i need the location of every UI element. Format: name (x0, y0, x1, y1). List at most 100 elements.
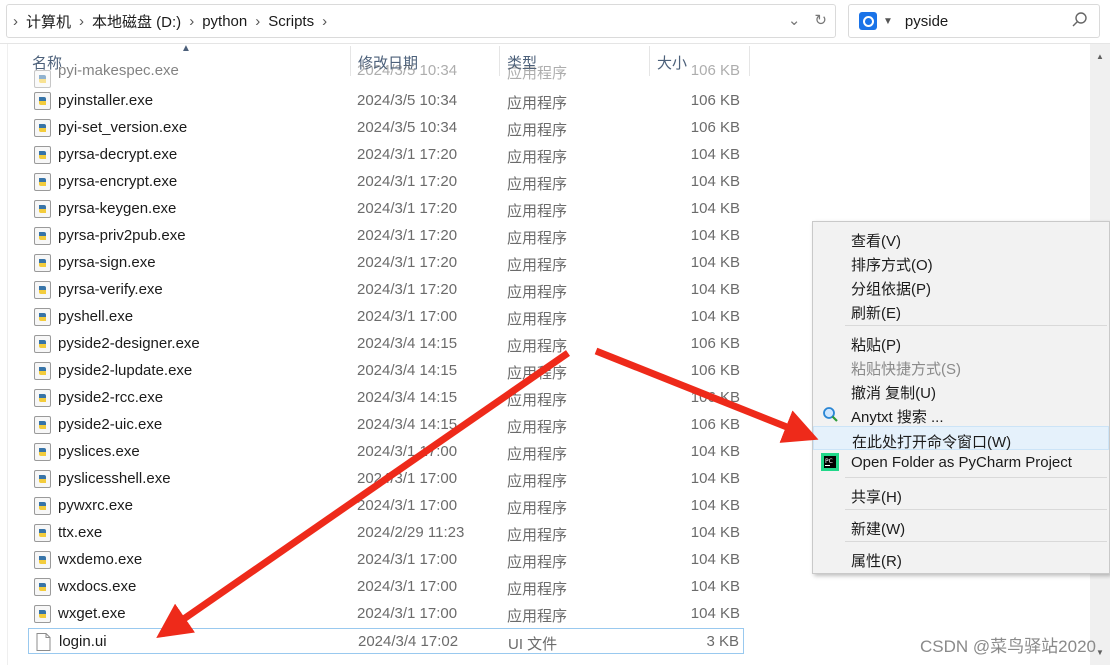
context-menu-item[interactable]: 共享(H) (813, 482, 1109, 506)
file-size: 104 KB (690, 227, 740, 244)
context-menu-item-label: 粘贴快捷方式(S) (851, 361, 961, 378)
context-menu-item[interactable]: 粘贴快捷方式(S) (813, 354, 1109, 378)
breadcrumb-python[interactable]: python (200, 13, 249, 30)
file-row[interactable]: pyslices.exe 2024/3/1 17:00 应用程序 104 KB (28, 439, 744, 465)
file-date: 2024/3/4 14:15 (357, 362, 458, 379)
file-name: login.ui (59, 633, 107, 650)
toolbar: › 计算机 › 本地磁盘 (D:) › python › Scripts › ⌄… (0, 0, 1110, 44)
context-menu-item[interactable]: 排序方式(O) (813, 250, 1109, 274)
context-menu-item-label: 排序方式(O) (851, 257, 933, 274)
file-date: 2024/3/1 17:20 (357, 173, 458, 190)
python-exe-icon (34, 146, 51, 164)
file-row[interactable]: wxdocs.exe 2024/3/1 17:00 应用程序 104 KB (28, 574, 744, 600)
file-date: 2024/3/5 10:34 (357, 62, 458, 79)
breadcrumb-chevron-icon[interactable]: › (249, 13, 266, 30)
address-history-dropdown-icon[interactable]: ⌄ (788, 11, 801, 29)
file-row[interactable]: ttx.exe 2024/2/29 11:23 应用程序 104 KB (28, 520, 744, 546)
python-exe-icon (34, 119, 51, 137)
menu-separator (845, 325, 1107, 326)
magnifier-icon[interactable] (1071, 11, 1089, 29)
file-size: 106 KB (690, 362, 740, 379)
context-menu-item[interactable]: Anytxt 搜索 ... (813, 402, 1109, 426)
file-name: pywxrc.exe (58, 497, 134, 514)
context-menu-item[interactable]: 属性(R) (813, 546, 1109, 570)
file-type: 应用程序 (507, 392, 568, 409)
file-size: 106 KB (690, 92, 740, 109)
python-exe-icon (34, 308, 51, 326)
file-row[interactable]: pyrsa-keygen.exe 2024/3/1 17:20 应用程序 104 KB (28, 196, 744, 222)
file-list[interactable]: pyi-makespec.exe 2024/3/5 10:34 应用程序 106 KB… (0, 62, 760, 665)
context-menu-item[interactable]: PC Open Folder as PyCharm Project (813, 450, 1109, 474)
search-scope-icon[interactable] (859, 12, 877, 30)
file-type: 应用程序 (507, 608, 568, 625)
search-input[interactable]: pyside (905, 13, 948, 30)
file-name: pyrsa-verify.exe (58, 281, 163, 298)
context-menu: 查看(V) 排序方式(O) 分组依据(P) 刷新(E) 粘贴(P) 粘贴快捷方式(S) 撤消… (812, 221, 1110, 574)
file-row[interactable]: pyside2-uic.exe 2024/3/4 14:15 应用程序 106 KB (28, 412, 744, 438)
context-menu-item[interactable]: 刷新(E) (813, 298, 1109, 322)
python-exe-icon (34, 281, 51, 299)
file-row[interactable]: pyside2-rcc.exe 2024/3/4 14:15 应用程序 106 KB (28, 385, 744, 411)
anytxt-search-icon (823, 407, 838, 422)
file-row[interactable]: login.ui 2024/3/4 17:02 UI 文件 3 KB (28, 628, 744, 654)
python-exe-icon (34, 70, 51, 88)
context-menu-item[interactable]: 粘贴(P) (813, 330, 1109, 354)
scroll-up-icon[interactable]: ▲ (1096, 52, 1104, 61)
file-name: pyi-makespec.exe (58, 62, 179, 79)
file-date: 2024/3/1 17:00 (357, 443, 458, 460)
file-row[interactable]: pyrsa-decrypt.exe 2024/3/1 17:20 应用程序 104 K… (28, 142, 744, 168)
file-size: 104 KB (690, 173, 740, 190)
breadcrumb-chevron-icon[interactable]: › (183, 13, 200, 30)
file-row[interactable]: pyrsa-verify.exe 2024/3/1 17:20 应用程序 104 KB (28, 277, 744, 303)
breadcrumb-chevron-icon[interactable]: › (7, 13, 24, 30)
python-exe-icon (34, 362, 51, 380)
context-menu-item[interactable]: 新建(W) (813, 514, 1109, 538)
file-row[interactable]: wxget.exe 2024/3/1 17:00 应用程序 104 KB (28, 601, 744, 627)
file-type: 应用程序 (507, 257, 568, 274)
file-type: 应用程序 (507, 419, 568, 436)
file-row[interactable]: pyside2-designer.exe 2024/3/4 14:15 应用程序 10… (28, 331, 744, 357)
file-row[interactable]: pyrsa-encrypt.exe 2024/3/1 17:20 应用程序 104 K… (28, 169, 744, 195)
file-name: pyrsa-keygen.exe (58, 200, 177, 217)
file-size: 104 KB (690, 200, 740, 217)
breadcrumb-chevron-icon[interactable]: › (316, 13, 333, 30)
breadcrumb-chevron-icon[interactable]: › (73, 13, 90, 30)
file-type: 应用程序 (507, 95, 568, 112)
file-type: 应用程序 (507, 473, 568, 490)
menu-separator (845, 541, 1107, 542)
file-type: 应用程序 (507, 284, 568, 301)
file-row[interactable]: pyside2-lupdate.exe 2024/3/4 14:15 应用程序 106… (28, 358, 744, 384)
breadcrumb-computer[interactable]: 计算机 (24, 11, 73, 32)
breadcrumb-drive-d[interactable]: 本地磁盘 (D:) (90, 11, 183, 32)
context-menu-item[interactable]: 撤消 复制(U) (813, 378, 1109, 402)
context-menu-item-label: Open Folder as PyCharm Project (851, 454, 1072, 471)
file-size: 104 KB (690, 497, 740, 514)
file-row[interactable]: wxdemo.exe 2024/3/1 17:00 应用程序 104 KB (28, 547, 744, 573)
file-name: pyside2-designer.exe (58, 335, 200, 352)
file-type: UI 文件 (508, 636, 558, 653)
file-row[interactable]: pyinstaller.exe 2024/3/5 10:34 应用程序 106 KB (28, 88, 744, 114)
scroll-down-icon[interactable]: ▼ (1096, 648, 1104, 657)
context-menu-item[interactable]: 分组依据(P) (813, 274, 1109, 298)
breadcrumb-scripts[interactable]: Scripts (266, 13, 316, 30)
file-name: pyside2-lupdate.exe (58, 362, 193, 379)
file-row[interactable]: pyslicesshell.exe 2024/3/1 17:00 应用程序 104 K… (28, 466, 744, 492)
file-name: pyshell.exe (58, 308, 134, 325)
watermark: CSDN @菜鸟驿站2020 (920, 637, 1096, 656)
file-row[interactable]: pywxrc.exe 2024/3/1 17:00 应用程序 104 KB (28, 493, 744, 519)
chevron-down-icon[interactable]: ▼ (883, 16, 893, 27)
file-row[interactable]: pyshell.exe 2024/3/1 17:00 应用程序 104 KB (28, 304, 744, 330)
search-box[interactable]: ▼ pyside (848, 4, 1100, 38)
context-menu-item[interactable]: 在此处打开命令窗口(W) (813, 426, 1109, 451)
file-size: 106 KB (690, 119, 740, 136)
address-bar[interactable]: › 计算机 › 本地磁盘 (D:) › python › Scripts › ⌄… (6, 4, 836, 38)
file-row[interactable]: pyrsa-priv2pub.exe 2024/3/1 17:20 应用程序 104 … (28, 223, 744, 249)
refresh-icon[interactable]: ↻ (814, 11, 827, 29)
context-menu-item[interactable]: 查看(V) (813, 226, 1109, 250)
context-menu-item-label: 刷新(E) (851, 305, 901, 322)
file-row[interactable]: pyi-set_version.exe 2024/3/5 10:34 应用程序 106… (28, 115, 744, 141)
file-row[interactable]: pyrsa-sign.exe 2024/3/1 17:20 应用程序 104 KB (28, 250, 744, 276)
file-date: 2024/3/1 17:20 (357, 227, 458, 244)
file-date: 2024/3/5 10:34 (357, 92, 458, 109)
python-exe-icon (34, 605, 51, 623)
